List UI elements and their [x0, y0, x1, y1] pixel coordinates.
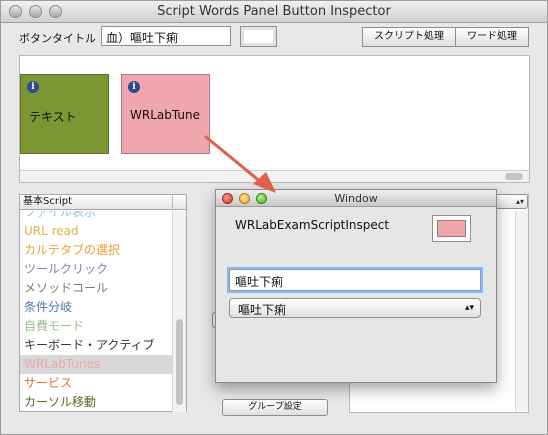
color-swatch — [437, 220, 466, 237]
list-item[interactable]: WRLabTunes — [20, 355, 173, 374]
script-process-segment[interactable]: スクリプト処理 — [362, 27, 456, 47]
panel-button-label: テキスト — [29, 110, 77, 124]
list-item[interactable]: メソッドコール — [20, 279, 173, 298]
word-process-segment[interactable]: ワード処理 — [456, 27, 529, 47]
color-well[interactable] — [240, 26, 277, 47]
script-list[interactable]: 基本Script ファイル表示 URL read カルテタブの選択 ツールクリック メソ… — [19, 194, 187, 412]
list-item[interactable]: キーボード・アクティブ — [20, 336, 173, 355]
list-item[interactable]: カーソル移動 — [20, 393, 173, 411]
button-title-label: ボタンタイトル — [19, 32, 96, 45]
title-bar: Script Words Panel Button Inspector — [1, 1, 547, 23]
floating-window: Window WRLabExamScriptInspect 嘔吐下痢 嘔吐下痢 … — [215, 189, 497, 383]
panel-button-wrlabtune[interactable]: i WRLabTune — [121, 74, 210, 154]
info-icon[interactable]: i — [27, 81, 39, 93]
list-item[interactable]: URL read — [20, 222, 173, 241]
color-well[interactable] — [432, 215, 471, 242]
title-popup[interactable]: 嘔吐下痢 ▴▾ — [229, 298, 481, 318]
list-item[interactable]: ツールクリック — [20, 260, 173, 279]
list-items: ファイル表示 URL read カルテタブの選択 ツールクリック メソッドコール 条件分岐… — [20, 211, 173, 411]
scroll-knob[interactable] — [505, 173, 523, 180]
list-item[interactable]: サービス — [20, 374, 173, 393]
list-header[interactable]: 基本Script — [20, 195, 186, 210]
list-header-label: 基本Script — [23, 196, 73, 207]
vertical-scrollbar[interactable] — [172, 211, 186, 412]
column-divider — [172, 195, 173, 210]
info-icon[interactable]: i — [128, 81, 140, 93]
horizontal-scrollbar[interactable] — [20, 170, 529, 182]
list-viewport: ファイル表示 URL read カルテタブの選択 ツールクリック メソッドコール 条件分岐… — [20, 211, 173, 411]
detail-scrollbar[interactable] — [515, 211, 528, 411]
button-canvas[interactable]: i テキスト i WRLabTune — [19, 55, 530, 183]
list-item[interactable]: 条件分岐 — [20, 298, 173, 317]
script-inspect-heading: WRLabExamScriptInspect — [235, 218, 390, 232]
list-item[interactable]: カルテタブの選択 — [20, 241, 173, 260]
floating-window-title: Window — [334, 192, 378, 205]
popup-value: 嘔吐下痢 — [238, 303, 287, 317]
floating-window-titlebar[interactable]: Window — [216, 190, 496, 207]
title-text-field[interactable]: 嘔吐下痢 — [229, 269, 481, 291]
panel-button-label: WRLabTune — [130, 108, 200, 122]
button-title-field[interactable]: 血）嘔吐下痢 — [101, 26, 231, 46]
window-title: Script Words Panel Button Inspector — [157, 4, 391, 19]
group-settings-button[interactable]: グループ設定 — [222, 399, 328, 416]
updown-arrows-icon: ▴▾ — [464, 303, 474, 313]
updown-arrows-icon: ▴▾ — [515, 197, 524, 206]
scroll-knob[interactable] — [176, 319, 183, 405]
panel-button-text[interactable]: i テキスト — [20, 74, 109, 154]
list-item[interactable]: ファイル表示 — [20, 211, 173, 222]
list-item[interactable]: 自費モード — [20, 317, 173, 336]
